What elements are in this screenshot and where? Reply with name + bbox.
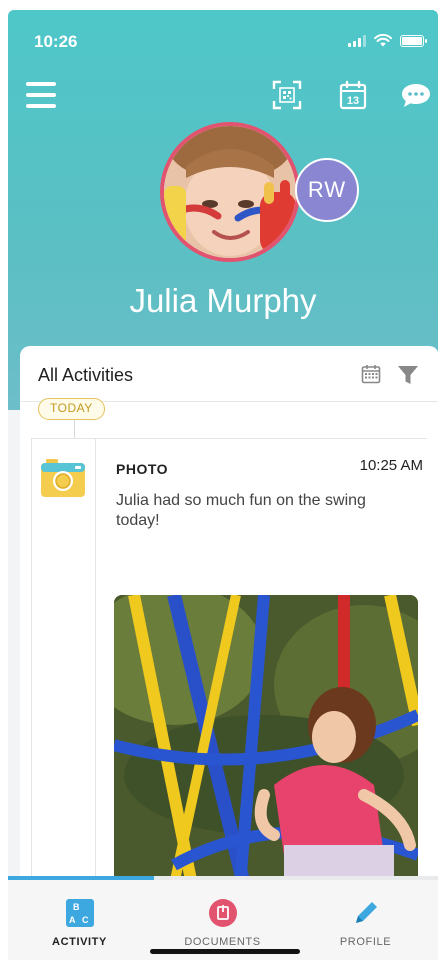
activities-title: All Activities (38, 365, 134, 385)
post-photo[interactable] (114, 595, 418, 885)
child-portrait-image (164, 126, 296, 258)
cellular-signal-icon (348, 34, 366, 47)
tab-documents-label: DOCUMENTS (184, 936, 261, 948)
camera-icon (41, 459, 85, 497)
post-caption: Julia had so much fun on the swing today… (116, 492, 366, 529)
child-avatar-photo[interactable] (160, 122, 300, 262)
svg-text:A: A (69, 915, 76, 925)
status-bar: 10:26 (8, 10, 438, 70)
activity-feed-item[interactable]: PHOTO 10:25 AM Julia had so much fun on … (31, 438, 427, 938)
tab-profile-label: PROFILE (339, 936, 392, 948)
post-timestamp: 10:25 AM (359, 457, 423, 474)
child-name: Julia Murphy (129, 282, 317, 319)
tab-profile[interactable]: PROFILE (294, 880, 437, 960)
tab-activity[interactable]: B A C ACTIVITY (8, 880, 151, 960)
svg-text:C: C (82, 915, 89, 925)
top-toolbar: 13 (8, 76, 438, 116)
secondary-avatar[interactable]: RW (295, 158, 359, 222)
status-time: 10:26 (34, 32, 78, 51)
hamburger-menu-icon[interactable] (26, 82, 56, 108)
abc-blocks-icon: B A C (65, 899, 94, 927)
funnel-filter-icon[interactable] (397, 364, 419, 386)
wifi-icon (374, 34, 392, 47)
feed-item-gutter (32, 439, 96, 937)
pencil-icon (355, 902, 377, 923)
post-type-label: PHOTO (116, 461, 169, 477)
bottom-tab-bar: B A C ACTIVITY DOCUMENTS PROFILE (8, 880, 438, 960)
chat-bubble-icon[interactable] (400, 80, 432, 110)
home-indicator[interactable] (150, 949, 300, 954)
document-icon (208, 899, 237, 927)
calendar-day-number: 13 (347, 95, 359, 107)
calendar-filter-icon[interactable] (361, 364, 381, 384)
activities-card-header: All Activities (20, 346, 438, 402)
calendar-icon[interactable]: 13 (338, 80, 368, 110)
status-icons (348, 34, 427, 47)
tab-documents[interactable]: DOCUMENTS (151, 880, 294, 960)
tab-activity-label: ACTIVITY (52, 936, 107, 948)
swing-photo-image (114, 595, 418, 885)
app-screen: 10:26 13 RW Julia Murphy All Activities … (8, 10, 438, 960)
qr-scan-icon[interactable] (272, 80, 302, 110)
svg-text:B: B (73, 902, 80, 912)
battery-icon (400, 34, 427, 47)
date-badge-today: TODAY (38, 398, 105, 420)
